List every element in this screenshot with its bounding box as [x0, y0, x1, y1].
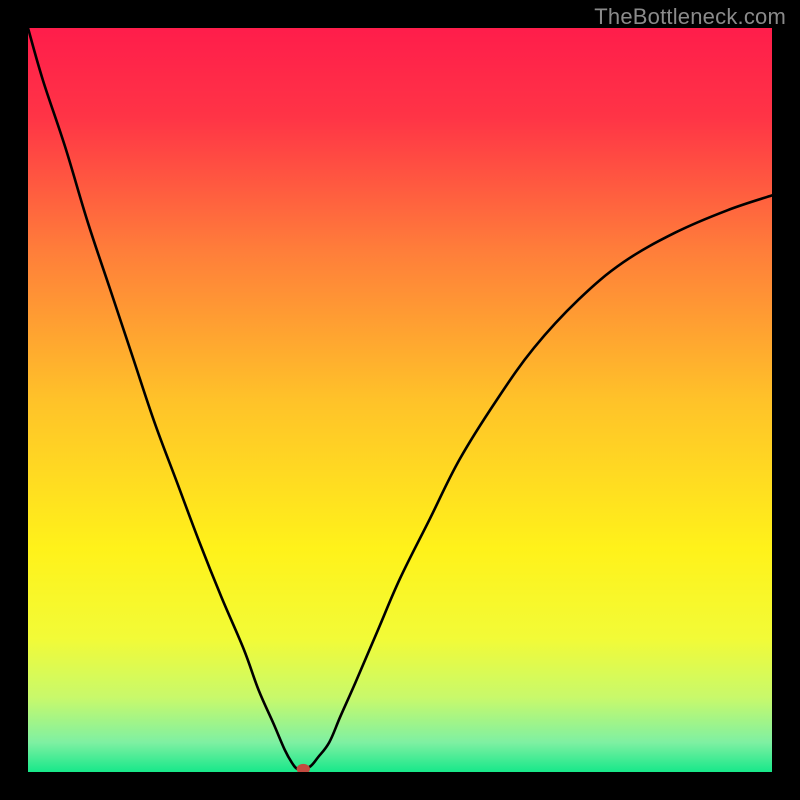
watermark-text: TheBottleneck.com	[594, 4, 786, 30]
chart-svg	[28, 28, 772, 772]
chart-frame: TheBottleneck.com	[0, 0, 800, 800]
chart-plot-area	[28, 28, 772, 772]
gradient-background	[28, 28, 772, 772]
